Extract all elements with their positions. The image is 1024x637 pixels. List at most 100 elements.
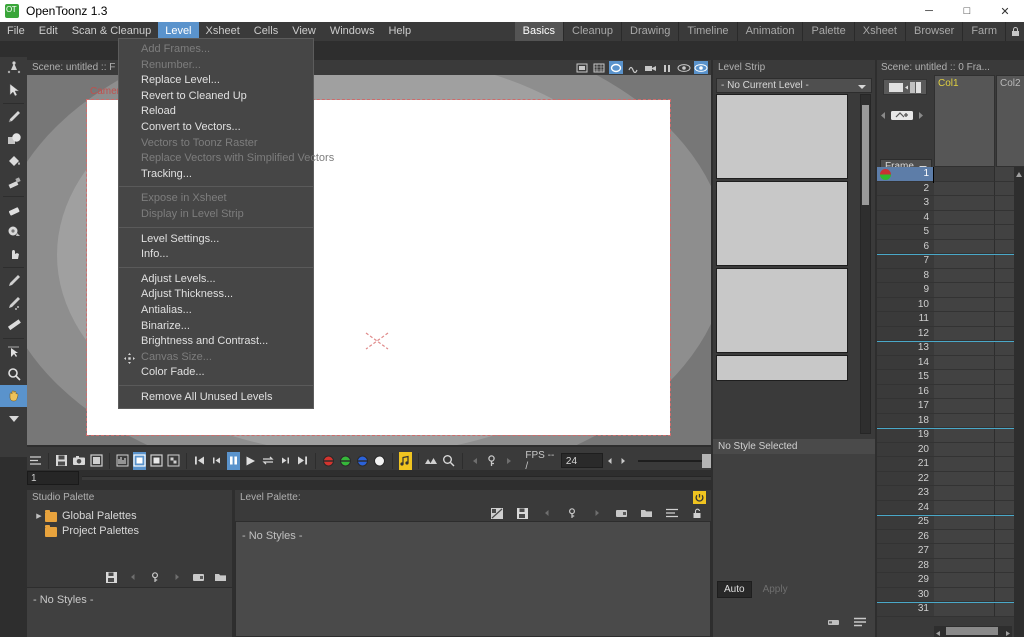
frame-number[interactable]: 11 bbox=[877, 312, 934, 327]
xsheet-rows[interactable]: 1 2 3 4 5 6 7 8 9 10 11 12 13 14 15 16 17 18 19 20 21 22 23 24 2… bbox=[877, 167, 1024, 637]
room-tab-cleanup[interactable]: Cleanup bbox=[564, 22, 623, 41]
level-strip-cell[interactable] bbox=[716, 355, 848, 381]
frame-number[interactable]: 21 bbox=[877, 457, 934, 472]
xsheet-row[interactable]: 14 bbox=[877, 355, 1024, 370]
room-tab-timeline[interactable]: Timeline bbox=[679, 22, 738, 41]
tree-item-global-palettes[interactable]: ▶ Global Palettes bbox=[33, 509, 232, 524]
menu-item-level-settings[interactable]: Level Settings... bbox=[119, 232, 313, 248]
frame-number[interactable]: 9 bbox=[877, 283, 934, 298]
xsheet-row[interactable]: 15 bbox=[877, 370, 1024, 385]
menu-item-adjust-levels[interactable]: Adjust Levels... bbox=[119, 272, 313, 288]
current-level-combo[interactable]: - No Current Level - bbox=[716, 78, 872, 93]
xsheet-cell-col1[interactable] bbox=[934, 428, 995, 443]
level-strip-cell[interactable] bbox=[716, 181, 848, 266]
xsheet-row[interactable]: 13 bbox=[877, 341, 1024, 356]
blue-channel-icon[interactable] bbox=[356, 452, 369, 470]
scrollbar-thumb[interactable] bbox=[946, 627, 998, 635]
preview-icon[interactable] bbox=[677, 61, 691, 74]
new-vector-level-icon[interactable] bbox=[890, 109, 914, 125]
xsheet-cell-col1[interactable] bbox=[934, 515, 995, 530]
xsheet-cell-col1[interactable] bbox=[934, 399, 995, 414]
close-button[interactable]: ✕ bbox=[986, 0, 1024, 22]
frame-scrub-bar[interactable] bbox=[82, 476, 711, 480]
prev-key-icon[interactable] bbox=[538, 504, 556, 522]
sub-camera-preview-icon[interactable] bbox=[694, 61, 708, 74]
next-key-icon[interactable] bbox=[588, 504, 606, 522]
menu-edit[interactable]: Edit bbox=[32, 22, 65, 41]
xsheet-cell-col1[interactable] bbox=[934, 500, 995, 515]
frame-number[interactable]: 16 bbox=[877, 385, 934, 399]
camera-view-icon[interactable] bbox=[609, 61, 623, 74]
xsheet-cell-col1[interactable] bbox=[934, 283, 995, 298]
column-header-col1[interactable]: Col1 bbox=[934, 75, 995, 167]
frame-number[interactable]: 23 bbox=[877, 486, 934, 501]
room-tab-animation[interactable]: Animation bbox=[738, 22, 804, 41]
xsheet-cell-col1[interactable] bbox=[934, 341, 995, 356]
xsheet-cell-col1[interactable] bbox=[934, 312, 995, 327]
frame-number[interactable]: 6 bbox=[877, 240, 934, 254]
menu-item-replace-level[interactable]: Replace Level... bbox=[119, 73, 313, 89]
loop-icon[interactable] bbox=[261, 452, 275, 470]
fps-field[interactable]: 24 bbox=[560, 453, 604, 468]
xsheet-cell-col1[interactable] bbox=[934, 196, 995, 211]
xsheet-cell-col1[interactable] bbox=[934, 326, 995, 341]
white-background-icon[interactable] bbox=[150, 452, 163, 470]
zoom-tool-icon[interactable] bbox=[0, 363, 27, 385]
menu-item-brightness-and-contrast[interactable]: Brightness and Contrast... bbox=[119, 334, 313, 350]
3d-view-icon[interactable] bbox=[626, 61, 640, 74]
new-style-icon[interactable] bbox=[190, 568, 208, 586]
frame-number[interactable]: 15 bbox=[877, 370, 934, 385]
xsheet-row[interactable]: 26 bbox=[877, 529, 1024, 544]
frame-number[interactable]: 13 bbox=[877, 341, 934, 356]
next-key-icon[interactable] bbox=[502, 452, 515, 470]
frame-number[interactable]: 19 bbox=[877, 428, 934, 443]
room-tab-palette[interactable]: Palette bbox=[803, 22, 855, 41]
xsheet-row[interactable]: 30 bbox=[877, 587, 1024, 602]
style-options-icon[interactable] bbox=[663, 504, 681, 522]
control-point-editor-tool-icon[interactable] bbox=[0, 341, 27, 363]
tree-item-project-palettes[interactable]: Project Palettes bbox=[33, 524, 232, 539]
fps-decrease-icon[interactable] bbox=[605, 452, 614, 470]
save-palette-icon[interactable] bbox=[513, 504, 531, 522]
frame-number[interactable]: 14 bbox=[877, 356, 934, 370]
scroll-left-arrow-icon[interactable] bbox=[935, 628, 942, 637]
toggle-xsheet-camera-icon[interactable] bbox=[883, 79, 927, 95]
level-strip-frames[interactable] bbox=[716, 94, 856, 434]
next-frame-icon[interactable] bbox=[279, 452, 292, 470]
xsheet-cell-col1[interactable] bbox=[934, 544, 995, 559]
field-guide-icon[interactable] bbox=[592, 61, 606, 74]
key-icon[interactable] bbox=[485, 452, 498, 470]
frame-number[interactable]: 18 bbox=[877, 414, 934, 428]
freeze-palette-icon[interactable] bbox=[693, 491, 706, 504]
last-frame-icon[interactable] bbox=[296, 452, 309, 470]
scroll-right-arrow-icon[interactable] bbox=[1004, 628, 1011, 637]
room-tab-xsheet[interactable]: Xsheet bbox=[855, 22, 906, 41]
key-icon[interactable] bbox=[563, 504, 581, 522]
studio-palette-styles[interactable]: - No Styles - bbox=[27, 587, 232, 637]
selection-tool-icon[interactable] bbox=[0, 79, 27, 101]
frame-number[interactable]: 10 bbox=[877, 298, 934, 312]
xsheet-row[interactable]: 16 bbox=[877, 384, 1024, 399]
xsheet-cell-col1[interactable] bbox=[934, 355, 995, 370]
menu-windows[interactable]: Windows bbox=[323, 22, 382, 41]
flip-console-menu-icon[interactable] bbox=[29, 452, 42, 470]
menu-item-reload[interactable]: Reload bbox=[119, 104, 313, 120]
prev-drawing-icon[interactable] bbox=[879, 111, 888, 123]
frame-number[interactable]: 25 bbox=[877, 515, 934, 530]
histogram-icon[interactable] bbox=[116, 452, 129, 470]
new-page-icon[interactable] bbox=[638, 504, 656, 522]
level-strip-cell[interactable] bbox=[716, 268, 848, 353]
scrollbar-thumb[interactable] bbox=[862, 105, 869, 205]
save-images-icon[interactable] bbox=[55, 452, 68, 470]
hand-tool-icon[interactable] bbox=[0, 385, 27, 407]
xsheet-cell-col1[interactable] bbox=[934, 558, 995, 573]
menu-item-info[interactable]: Info... bbox=[119, 247, 313, 263]
level-palette-styles-area[interactable]: - No Styles - bbox=[235, 521, 711, 637]
define-sub-camera-icon[interactable] bbox=[132, 451, 146, 470]
xsheet-cell-col1[interactable] bbox=[933, 167, 996, 183]
paint-brush-tool-icon[interactable] bbox=[0, 172, 27, 194]
compare-with-snapshot-icon[interactable] bbox=[424, 452, 438, 470]
menu-item-remove-all-unused-levels[interactable]: Remove All Unused Levels bbox=[119, 390, 313, 406]
view-magnify-icon[interactable] bbox=[442, 452, 455, 470]
frame-number[interactable]: 22 bbox=[877, 472, 934, 486]
